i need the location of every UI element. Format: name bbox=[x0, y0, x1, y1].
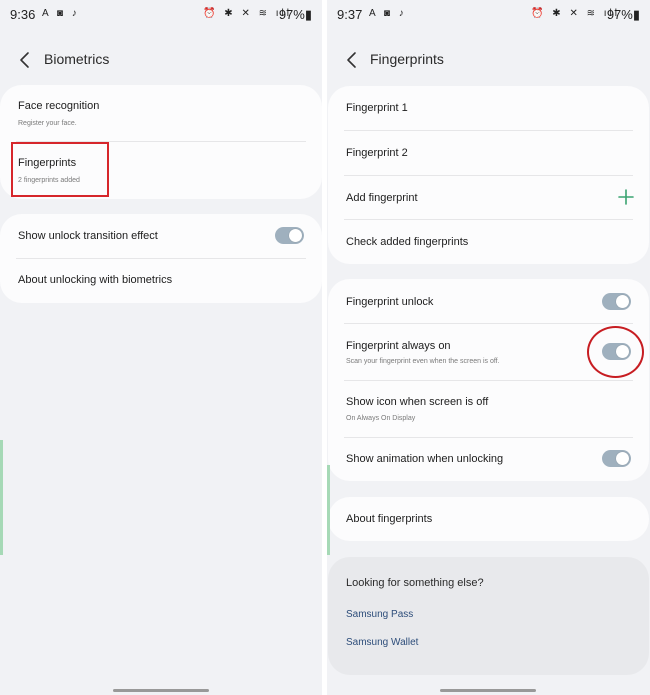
notification-icons: A ◙ ♪ bbox=[369, 8, 407, 19]
check-fingerprints-row[interactable]: Check added fingerprints bbox=[328, 220, 649, 264]
toggle-knob bbox=[616, 295, 629, 308]
show-icon-subtitle: On Always On Display bbox=[346, 415, 416, 422]
suggestions-title: Looking for something else? bbox=[346, 577, 484, 589]
edge-panel-handle[interactable] bbox=[0, 440, 3, 555]
transition-effect-toggle[interactable] bbox=[275, 227, 304, 244]
app-bar: Biometrics bbox=[0, 46, 322, 74]
fingerprint-always-on-subtitle: Scan your fingerprint even when the scre… bbox=[346, 358, 500, 365]
notification-icons: A ◙ ♪ bbox=[42, 8, 80, 19]
plus-icon[interactable] bbox=[617, 188, 635, 206]
fingerprint-unlock-row[interactable]: Fingerprint unlock bbox=[328, 279, 649, 323]
fingerprints-highlight-box bbox=[11, 142, 109, 197]
page-title: Fingerprints bbox=[370, 51, 444, 67]
app-bar: Fingerprints bbox=[327, 46, 650, 74]
animation-unlocking-toggle[interactable] bbox=[602, 450, 631, 467]
fingerprint-settings-card: Fingerprint unlock Fingerprint always on… bbox=[328, 279, 649, 481]
face-recognition-label: Face recognition bbox=[18, 100, 100, 112]
fingerprint-1-label: Fingerprint 1 bbox=[346, 102, 408, 114]
suggestions-card: Looking for something else? Samsung Pass… bbox=[328, 557, 649, 675]
about-biometrics-row[interactable]: About unlocking with biometrics bbox=[0, 259, 322, 303]
home-indicator[interactable] bbox=[440, 689, 536, 692]
page-title: Biometrics bbox=[44, 51, 110, 67]
status-bar: 9:37 A ◙ ♪ ⏰ ✱ ✕ ≋ ıll 97%▮ bbox=[327, 6, 650, 24]
fingerprint-unlock-label: Fingerprint unlock bbox=[346, 296, 434, 308]
home-indicator[interactable] bbox=[113, 689, 209, 692]
status-time: 9:37 bbox=[337, 7, 363, 22]
back-arrow-icon bbox=[347, 52, 356, 68]
about-fingerprints-card: About fingerprints bbox=[328, 497, 649, 541]
fingerprint-unlock-toggle[interactable] bbox=[602, 293, 631, 310]
samsung-pass-link[interactable]: Samsung Pass bbox=[346, 609, 413, 620]
about-fingerprints-label: About fingerprints bbox=[346, 513, 433, 525]
fingerprint-2-label: Fingerprint 2 bbox=[346, 147, 408, 159]
back-arrow-icon bbox=[20, 52, 29, 68]
status-time: 9:36 bbox=[10, 7, 36, 22]
animation-unlocking-label: Show animation when unlocking bbox=[346, 453, 504, 465]
always-on-highlight-circle bbox=[587, 326, 644, 378]
animation-unlocking-row[interactable]: Show animation when unlocking bbox=[328, 438, 649, 481]
toggle-knob bbox=[289, 229, 302, 242]
check-fingerprints-label: Check added fingerprints bbox=[346, 236, 469, 248]
show-icon-row[interactable]: Show icon when screen is off On Always O… bbox=[328, 381, 649, 437]
face-recognition-subtitle: Register your face. bbox=[18, 120, 77, 127]
toggle-knob bbox=[616, 452, 629, 465]
add-fingerprint-label: Add fingerprint bbox=[346, 192, 418, 204]
biometrics-screen: 9:36 A ◙ ♪ ⏰ ✱ ✕ ≋ ıll 97%▮ Biometrics F… bbox=[0, 0, 322, 695]
fingerprints-screen: 9:37 A ◙ ♪ ⏰ ✱ ✕ ≋ ıll 97%▮ Fingerprints… bbox=[327, 0, 650, 695]
fingerprint-2-row[interactable]: Fingerprint 2 bbox=[328, 131, 649, 175]
unlock-options-card: Show unlock transition effect About unlo… bbox=[0, 214, 322, 303]
edge-panel-handle[interactable] bbox=[327, 465, 330, 555]
battery-indicator: 97%▮ bbox=[606, 7, 640, 22]
fingerprint-always-on-label: Fingerprint always on bbox=[346, 340, 451, 352]
show-icon-label: Show icon when screen is off bbox=[346, 396, 489, 408]
fingerprint-1-row[interactable]: Fingerprint 1 bbox=[328, 86, 649, 130]
transition-effect-label: Show unlock transition effect bbox=[18, 230, 158, 242]
back-button[interactable] bbox=[16, 46, 38, 74]
samsung-wallet-link[interactable]: Samsung Wallet bbox=[346, 637, 418, 648]
face-recognition-row[interactable]: Face recognition Register your face. bbox=[0, 85, 322, 142]
about-biometrics-label: About unlocking with biometrics bbox=[18, 274, 173, 286]
status-bar: 9:36 A ◙ ♪ ⏰ ✱ ✕ ≋ ıll 97%▮ bbox=[0, 6, 322, 24]
about-fingerprints-row[interactable]: About fingerprints bbox=[328, 497, 649, 541]
battery-indicator: 97%▮ bbox=[278, 7, 312, 22]
add-fingerprint-row[interactable]: Add fingerprint bbox=[328, 176, 649, 220]
fingerprint-list-card: Fingerprint 1 Fingerprint 2 Add fingerpr… bbox=[328, 86, 649, 264]
back-button[interactable] bbox=[343, 46, 365, 74]
transition-effect-row[interactable]: Show unlock transition effect bbox=[0, 214, 322, 259]
